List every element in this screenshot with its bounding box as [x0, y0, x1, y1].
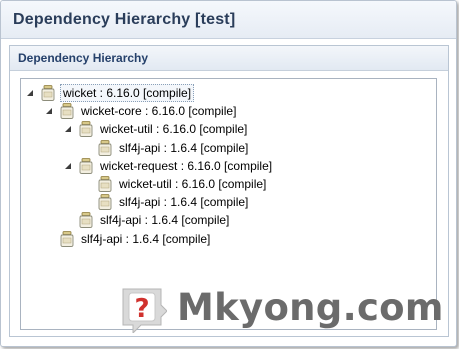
jar-icon	[98, 194, 112, 211]
tree-node-label: wicket-core : 6.16.0 [compile]	[81, 104, 237, 119]
tree-node[interactable]: wicket : 6.16.0 [compile]	[25, 84, 195, 102]
jar-icon	[60, 103, 74, 120]
section-title: Dependency Hierarchy	[18, 51, 149, 65]
tree-node-label: wicket : 6.16.0 [compile]	[60, 84, 195, 102]
tree-node[interactable]: slf4j-api : 1.6.4 [compile]	[82, 139, 250, 157]
tree-node-label: wicket-util : 6.16.0 [compile]	[119, 177, 267, 191]
jar-icon	[60, 230, 74, 247]
jar-icon	[98, 176, 112, 192]
tree-node[interactable]: slf4j-api : 1.6.4 [compile]	[44, 230, 212, 248]
tree-node[interactable]: wicket-util : 6.16.0 [compile]	[63, 120, 249, 138]
tree-node[interactable]: wicket-util : 6.16.0 [compile]	[82, 175, 268, 193]
tree-node-label: slf4j-api : 1.6.4 [compile]	[81, 231, 211, 246]
page-title: Dependency Hierarchy [test]	[13, 10, 236, 28]
tree-node-label: slf4j-api : 1.6.4 [compile]	[100, 213, 230, 228]
jar-icon	[98, 139, 112, 156]
watermark: ? Mkyong.com	[119, 281, 444, 333]
dependency-hierarchy-window: Dependency Hierarchy [test] Dependency H…	[0, 0, 457, 347]
jar-icon	[79, 121, 93, 138]
jar-icon	[41, 85, 55, 101]
jar-icon	[79, 157, 93, 174]
expanded-triangle-icon[interactable]	[63, 124, 73, 134]
tree-node[interactable]: wicket-request : 6.16.0 [compile]	[63, 157, 274, 175]
tree-node-label: wicket-request : 6.16.0 [compile]	[100, 158, 273, 173]
section-header[interactable]: Dependency Hierarchy	[10, 46, 448, 71]
tree-node[interactable]: slf4j-api : 1.6.4 [compile]	[82, 193, 250, 211]
tree-node-label: wicket-util : 6.16.0 [compile]	[100, 122, 248, 137]
tree-node-label: slf4j-api : 1.6.4 [compile]	[119, 140, 249, 155]
tree-node-label: slf4j-api : 1.6.4 [compile]	[119, 195, 249, 210]
expanded-triangle-icon[interactable]	[25, 88, 35, 98]
mkyong-logo-icon: ?	[122, 288, 167, 333]
jar-icon	[79, 212, 93, 229]
watermark-text: Mkyong.com	[177, 285, 444, 329]
svg-text:?: ?	[134, 294, 149, 324]
tree-node[interactable]: wicket-core : 6.16.0 [compile]	[44, 102, 238, 120]
tree-node[interactable]: slf4j-api : 1.6.4 [compile]	[63, 211, 231, 229]
expanded-triangle-icon[interactable]	[44, 106, 54, 116]
editor-title-bar: Dependency Hierarchy [test]	[1, 1, 456, 39]
expanded-triangle-icon[interactable]	[63, 161, 73, 171]
